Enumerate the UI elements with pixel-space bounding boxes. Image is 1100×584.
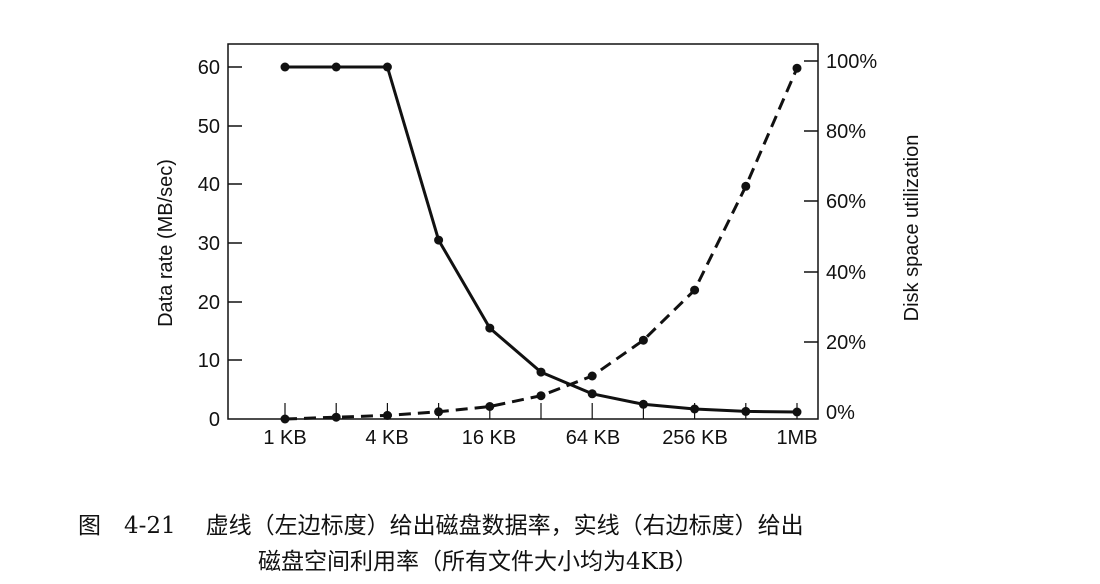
caption-text-2: 磁盘空间利用率（所有文件大小均为4KB） [258, 549, 698, 575]
x-tick-label: 1MB [776, 427, 817, 449]
data-point-solid [741, 406, 751, 416]
x-axis: 1 KB 4 KB 16 KB 64 KB 256 KB 1MB [263, 427, 817, 449]
data-point-solid [485, 323, 495, 333]
data-point-solid [536, 367, 546, 377]
left-tick-label: 50 [198, 116, 220, 138]
right-tick-label: 60% [826, 191, 866, 213]
figure-label: 图 4-21 [78, 513, 176, 539]
data-point-dashed [792, 63, 802, 73]
data-point-solid [690, 404, 700, 414]
right-axis-title: Disk space utilization [901, 135, 923, 322]
data-point-dashed [280, 414, 290, 424]
left-axis-title: Data rate (MB/sec) [155, 159, 177, 327]
left-tick-label: 30 [198, 233, 220, 255]
left-tick-label: 0 [209, 409, 220, 431]
figure-caption-line1: 图 4-21 虚线（左边标度）给出磁盘数据率，实线（右边标度）给出 [78, 506, 804, 540]
data-point-dashed [485, 402, 495, 411]
data-point-dashed [331, 412, 341, 422]
series-layer [280, 62, 802, 424]
right-axis: 100% 80% 60% 40% 20% 0% Disk space utili… [804, 51, 923, 424]
data-point-solid [280, 62, 290, 72]
data-point-solid [638, 399, 648, 409]
figure-caption-line2: 磁盘空间利用率（所有文件大小均为4KB） [258, 542, 698, 576]
x-tick-label: 64 KB [566, 427, 620, 449]
right-tick-label: 100% [826, 51, 877, 73]
right-tick-label: 20% [826, 332, 866, 354]
left-axis: 60 50 40 30 20 10 0 Data rate (MB/sec) [155, 57, 242, 431]
data-point-dashed [536, 391, 546, 401]
data-point-dashed [382, 410, 392, 420]
left-tick-label: 10 [198, 350, 220, 372]
data-point-dashed [587, 371, 597, 381]
chart: 60 50 40 30 20 10 0 Data rate (MB/sec) 1… [155, 43, 923, 449]
x-tick-label: 16 KB [462, 427, 516, 449]
data-point-solid [382, 62, 392, 72]
data-point-dashed [741, 181, 751, 191]
plot-frame [227, 43, 819, 420]
left-tick-label: 20 [198, 292, 220, 314]
x-tick-label: 1 KB [263, 427, 306, 449]
data-point-dashed [434, 407, 444, 417]
data-point-solid [331, 62, 341, 72]
data-point-solid [587, 389, 597, 399]
series-line-dashed [284, 67, 799, 421]
x-tick-label: 256 KB [662, 427, 728, 449]
right-tick-label: 40% [826, 262, 866, 284]
right-tick-label: 0% [826, 402, 855, 424]
data-point-dashed [690, 285, 700, 295]
left-tick-label: 40 [198, 174, 220, 196]
caption-text-1: 虚线（左边标度）给出磁盘数据率，实线（右边标度）给出 [205, 513, 804, 539]
x-tick-label: 4 KB [365, 427, 408, 449]
data-point-solid [434, 235, 444, 245]
left-tick-label: 60 [198, 57, 220, 79]
data-point-solid [792, 407, 802, 417]
right-tick-label: 80% [826, 121, 866, 143]
data-point-dashed [638, 335, 648, 345]
